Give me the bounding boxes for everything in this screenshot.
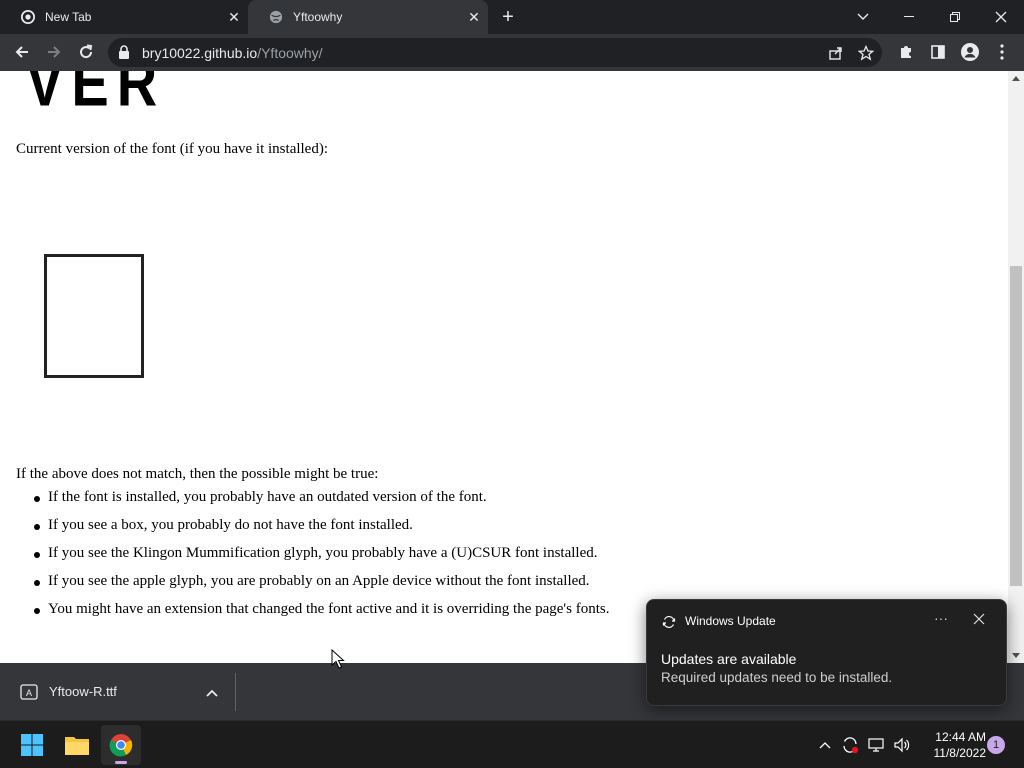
font-sample-heading: VER bbox=[26, 71, 166, 120]
list-item: If you see the apple glyph, you are prob… bbox=[33, 573, 609, 601]
more-options-icon[interactable]: ··· bbox=[933, 610, 949, 630]
scroll-up-arrow-icon[interactable] bbox=[1012, 76, 1020, 81]
url-text: bry10022.github.io/Yftoowhy/ bbox=[142, 45, 323, 61]
download-item[interactable]: A Yftoow-R.ttf bbox=[10, 673, 236, 711]
address-bar[interactable]: bry10022.github.io/Yftoowhy/ bbox=[108, 38, 882, 67]
update-sync-icon[interactable] bbox=[840, 735, 860, 755]
side-panel-icon[interactable] bbox=[926, 40, 950, 64]
tab-yftoowhy[interactable]: Yftoowhy ✕ bbox=[248, 0, 488, 34]
svg-text:A: A bbox=[26, 688, 32, 698]
list-item: If you see a box, you probably do not ha… bbox=[33, 517, 609, 545]
system-clock[interactable]: 12:44 AM 11/8/2022 bbox=[916, 729, 987, 761]
chrome-icon bbox=[20, 9, 36, 25]
vertical-scrollbar[interactable] bbox=[1008, 71, 1024, 663]
close-tab-icon[interactable]: ✕ bbox=[226, 9, 242, 25]
sync-icon bbox=[662, 615, 676, 629]
restore-icon[interactable] bbox=[932, 0, 978, 34]
profile-avatar-icon[interactable] bbox=[958, 40, 982, 64]
close-icon[interactable] bbox=[973, 612, 989, 628]
mouse-cursor-icon bbox=[331, 649, 345, 669]
chevron-up-icon[interactable] bbox=[206, 684, 220, 698]
clock-date: 11/8/2022 bbox=[933, 746, 987, 760]
back-arrow-icon[interactable] bbox=[10, 40, 34, 64]
forward-arrow-icon[interactable] bbox=[42, 40, 66, 64]
close-tab-icon[interactable]: ✕ bbox=[466, 9, 482, 25]
start-windows-icon[interactable] bbox=[12, 725, 52, 765]
minimize-icon[interactable] bbox=[886, 0, 932, 34]
menu-kebab-icon[interactable] bbox=[990, 40, 1014, 64]
active-app-indicator bbox=[115, 761, 127, 764]
toast-title: Updates are available bbox=[661, 651, 797, 667]
network-icon[interactable] bbox=[867, 735, 887, 755]
missing-glyph-box bbox=[44, 254, 144, 378]
list-item: If you see the Klingon Mummification gly… bbox=[33, 545, 609, 573]
page-viewport: VER Current version of the font (if you … bbox=[0, 71, 1008, 663]
browser-toolbar: bry10022.github.io/Yftoowhy/ bbox=[0, 34, 1024, 71]
windows-update-toast[interactable]: Windows Update ··· Updates are available… bbox=[646, 599, 1007, 706]
list-item: If the font is installed, you probably h… bbox=[33, 489, 609, 517]
lock-icon[interactable] bbox=[118, 45, 132, 59]
download-file-name: Yftoow-R.ttf bbox=[49, 684, 117, 699]
bookmark-star-icon[interactable] bbox=[854, 41, 878, 65]
tab-search-chevron-icon[interactable] bbox=[840, 0, 886, 34]
volume-icon[interactable] bbox=[892, 735, 912, 755]
tab-title: Yftoowhy bbox=[293, 10, 343, 24]
notification-badge[interactable]: 1 bbox=[987, 736, 1005, 754]
mismatch-intro: If the above does not match, then the po… bbox=[16, 466, 379, 482]
reload-icon[interactable] bbox=[74, 40, 98, 64]
taskbar: 12:44 AM 11/8/2022 1 bbox=[0, 720, 1024, 768]
share-icon[interactable] bbox=[824, 41, 848, 65]
new-tab-plus-icon[interactable]: + bbox=[498, 7, 518, 27]
chrome-taskbar-icon[interactable] bbox=[101, 725, 141, 765]
toast-app-name: Windows Update bbox=[685, 614, 776, 628]
tab-title: New Tab bbox=[45, 10, 92, 24]
tab-new-tab[interactable]: New Tab ✕ bbox=[0, 0, 248, 34]
file-explorer-icon[interactable] bbox=[57, 725, 97, 765]
window-close-icon[interactable] bbox=[978, 0, 1024, 34]
current-version-label: Current version of the font (if you have… bbox=[16, 141, 329, 157]
clock-time: 12:44 AM bbox=[935, 730, 986, 744]
scroll-down-arrow-icon[interactable] bbox=[1012, 653, 1020, 658]
chevron-up-icon[interactable] bbox=[815, 735, 835, 755]
font-file-icon: A bbox=[20, 684, 38, 700]
possibility-list: If the font is installed, you probably h… bbox=[33, 489, 609, 629]
globe-icon bbox=[268, 9, 284, 25]
toast-body: Required updates need to be installed. bbox=[661, 670, 893, 685]
tab-strip: New Tab ✕ Yftoowhy ✕ + bbox=[0, 0, 1024, 34]
list-item: You might have an extension that changed… bbox=[33, 601, 609, 629]
scrollbar-thumb[interactable] bbox=[1010, 266, 1022, 586]
extensions-puzzle-icon[interactable] bbox=[894, 40, 918, 64]
